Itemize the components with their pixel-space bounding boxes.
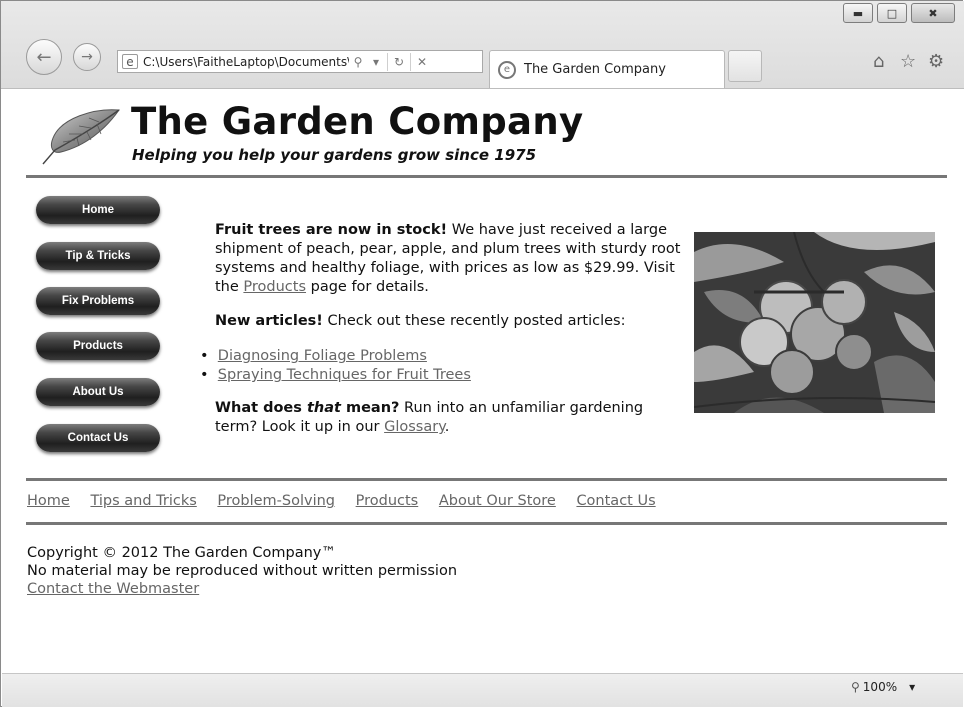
reproduction-notice: No material may be reproduced without wr…	[27, 563, 458, 579]
new-tab-button[interactable]	[728, 50, 762, 82]
close-window-button[interactable]: ✖	[911, 3, 955, 23]
footer-link-tips[interactable]: Tips and Tricks	[90, 493, 196, 509]
header-divider	[26, 175, 947, 178]
address-bar[interactable]: e C:\Users\FaitheLaptop\Documents\M ⚲ ▾ …	[117, 50, 483, 73]
dropdown-arrow-icon[interactable]: ▾	[367, 55, 385, 69]
nav-button-about[interactable]: About Us	[36, 378, 160, 406]
tab-title: The Garden Company	[524, 62, 666, 77]
webmaster-link[interactable]: Contact the Webmaster	[27, 581, 199, 597]
footer-link-about[interactable]: About Our Store	[439, 493, 556, 509]
article-link-foliage[interactable]: Diagnosing Foliage Problems	[218, 348, 427, 364]
footer-divider-bottom	[26, 522, 947, 525]
main-article: Fruit trees are now in stock! We have ju…	[200, 221, 685, 437]
glossary-link[interactable]: Glossary	[384, 419, 445, 435]
paragraph-stock: Fruit trees are now in stock! We have ju…	[215, 222, 681, 295]
nav-button-contact[interactable]: Contact Us	[36, 424, 160, 452]
page-icon: e	[122, 54, 138, 69]
favorites-star-icon[interactable]: ☆	[900, 51, 916, 72]
article-link-spraying[interactable]: Spraying Techniques for Fruit Trees	[218, 367, 471, 383]
nav-button-tips[interactable]: Tip & Tricks	[36, 242, 160, 270]
footer-divider-top	[26, 478, 947, 481]
ie-logo-icon: e	[498, 60, 516, 79]
site-tagline: Helping you help your gardens grow since…	[132, 146, 537, 164]
home-icon[interactable]: ⌂	[873, 51, 884, 72]
nav-button-home[interactable]: Home	[36, 196, 160, 224]
nav-button-fix-problems[interactable]: Fix Problems	[36, 287, 160, 315]
leaf-logo-icon	[42, 109, 120, 165]
back-button[interactable]: ←	[26, 39, 62, 75]
site-title: The Garden Company	[131, 100, 584, 143]
peach-tree-photo	[694, 232, 935, 413]
settings-gear-icon[interactable]: ⚙	[928, 51, 944, 72]
forward-button[interactable]: →	[73, 43, 101, 71]
browser-window: ▬ □ ✖ ← → e C:\Users\FaitheLaptop\Docume…	[0, 0, 964, 707]
minimize-button[interactable]: ▬	[843, 3, 873, 23]
footer-nav: Home Tips and Tricks Problem-Solving Pro…	[27, 493, 672, 509]
footer-link-problem-solving[interactable]: Problem-Solving	[217, 493, 335, 509]
products-link[interactable]: Products	[243, 279, 306, 295]
paragraph-articles: New articles! Check out these recently p…	[215, 313, 626, 329]
forward-arrow-icon: →	[81, 49, 93, 65]
zoom-magnifier-icon: ⚲	[851, 680, 860, 694]
footer-link-home[interactable]: Home	[27, 493, 70, 509]
copyright-text: Copyright © 2012 The Garden Company™	[27, 545, 336, 561]
footer-link-contact[interactable]: Contact Us	[576, 493, 655, 509]
zoom-dropdown-icon[interactable]: ▾	[909, 680, 915, 694]
address-url[interactable]: C:\Users\FaitheLaptop\Documents\M	[143, 55, 349, 69]
tab-garden-company[interactable]: e The Garden Company	[489, 50, 725, 88]
maximize-button[interactable]: □	[877, 3, 907, 23]
refresh-icon[interactable]: ↻	[390, 55, 408, 69]
list-item: • Diagnosing Foliage Problems	[200, 348, 427, 364]
search-icon[interactable]: ⚲	[349, 55, 367, 69]
article-list: • Diagnosing Foliage Problems • Spraying…	[200, 347, 685, 385]
paragraph-glossary: What does that mean? Run into an unfamil…	[215, 400, 644, 435]
zoom-level: 100%	[862, 680, 898, 694]
browser-toolbar: ▬ □ ✖ ← → e C:\Users\FaitheLaptop\Docume…	[1, 1, 964, 89]
list-item: • Spraying Techniques for Fruit Trees	[200, 367, 471, 383]
copyright-block: Copyright © 2012 The Garden Company™ No …	[27, 544, 457, 598]
stop-icon[interactable]: ✕	[413, 55, 431, 69]
status-bar	[2, 673, 963, 707]
nav-button-products[interactable]: Products	[36, 332, 160, 360]
zoom-control[interactable]: ⚲ 100% ▾	[851, 680, 915, 694]
footer-link-products[interactable]: Products	[356, 493, 419, 509]
back-arrow-icon: ←	[36, 46, 52, 68]
